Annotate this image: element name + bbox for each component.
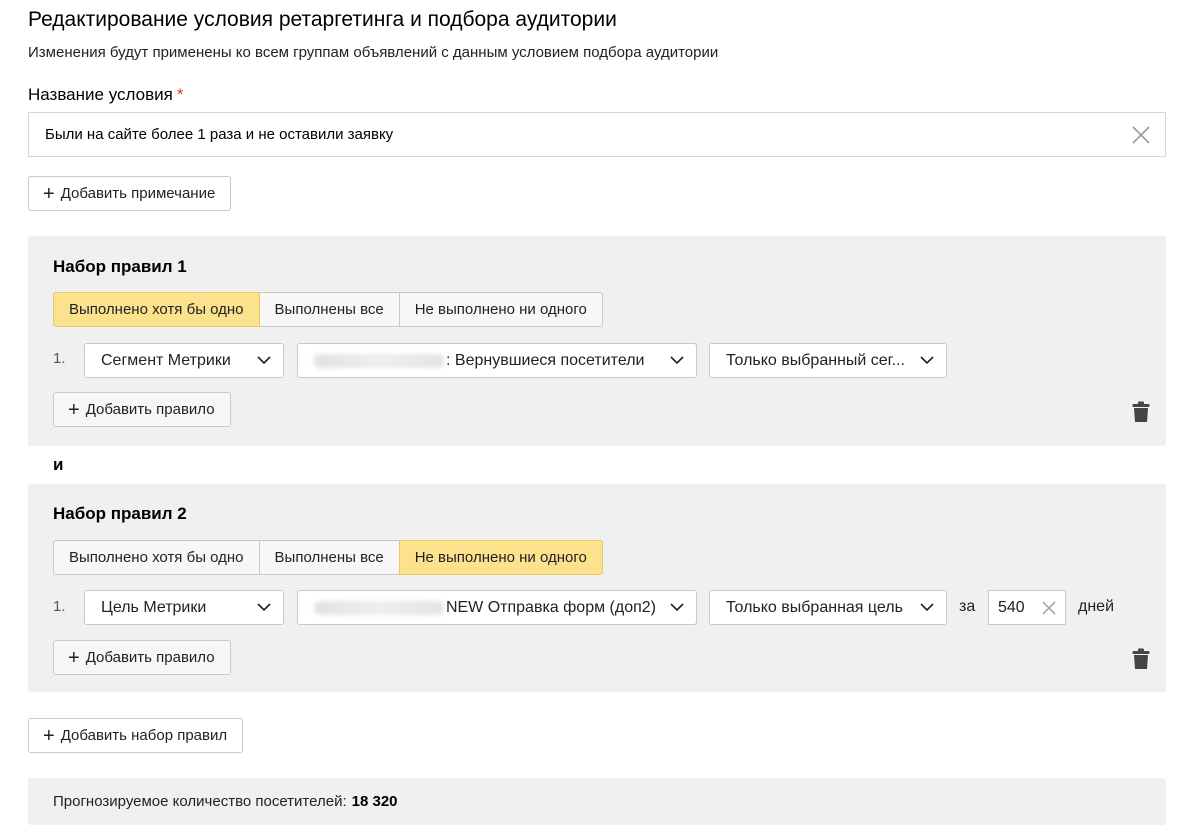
- rulesets-connector: и: [53, 455, 64, 474]
- mode-any-option[interactable]: Выполнено хотя бы одно: [53, 292, 260, 327]
- add-rule-label: Добавить правило: [85, 401, 215, 418]
- chevron-down-icon: [920, 603, 934, 612]
- add-rule-label: Добавить правило: [85, 649, 215, 666]
- rule-number: 1.: [53, 350, 66, 367]
- rule-target-value: NEW Отправка форм (доп2): [445, 598, 656, 616]
- close-icon[interactable]: [1042, 601, 1056, 615]
- rule-target-select[interactable]: NEW Отправка форм (доп2): [297, 590, 697, 625]
- condition-name-input[interactable]: [29, 113, 1165, 156]
- rule-scope-value: Только выбранная цель: [726, 598, 903, 616]
- chevron-down-icon: [670, 603, 684, 612]
- add-rule-button[interactable]: + Добавить правило: [53, 392, 231, 427]
- page-title: Редактирование условия ретаргетинга и по…: [28, 8, 617, 31]
- rule-target-select[interactable]: : Вернувшиеся посетители: [297, 343, 697, 378]
- ruleset-title: Набор правил 1: [53, 257, 187, 276]
- add-note-button[interactable]: + Добавить примечание: [28, 176, 232, 211]
- chevron-down-icon: [257, 356, 271, 365]
- plus-icon: +: [43, 724, 55, 747]
- condition-name-label-text: Название условия: [28, 85, 173, 104]
- mode-any-option[interactable]: Выполнено хотя бы одно: [53, 540, 260, 575]
- plus-icon: +: [43, 182, 55, 205]
- rule-scope-value: Только выбранный сег...: [726, 351, 905, 369]
- close-icon[interactable]: [1131, 125, 1151, 145]
- ruleset-1: Набор правил 1 Выполнено хотя бы одно Вы…: [28, 236, 1166, 446]
- add-ruleset-label: Добавить набор правил: [60, 727, 228, 744]
- forecast-value: 18 320: [351, 793, 398, 810]
- mode-none-option[interactable]: Не выполнено ни одного: [398, 292, 603, 327]
- period-suffix: дней: [1078, 598, 1115, 615]
- ruleset-mode-switch: Выполнено хотя бы одно Выполнены все Не …: [53, 540, 603, 575]
- condition-name-field: [28, 112, 1166, 157]
- page-subtitle: Изменения будут применены ко всем группа…: [28, 44, 719, 61]
- rule-type-value: Сегмент Метрики: [101, 351, 231, 369]
- chevron-down-icon: [920, 356, 934, 365]
- plus-icon: +: [68, 398, 80, 421]
- rule-type-select[interactable]: Цель Метрики: [84, 590, 284, 625]
- rule-scope-select[interactable]: Только выбранный сег...: [709, 343, 947, 378]
- add-rule-button[interactable]: + Добавить правило: [53, 640, 231, 675]
- rule-type-select[interactable]: Сегмент Метрики: [84, 343, 284, 378]
- period-field: [988, 590, 1066, 625]
- audience-forecast: Прогнозируемое количество посетителей: 1…: [28, 778, 1166, 825]
- mode-all-option[interactable]: Выполнены все: [258, 292, 400, 327]
- rule-target-value: : Вернувшиеся посетители: [446, 351, 645, 369]
- chevron-down-icon: [257, 603, 271, 612]
- required-mark: *: [176, 85, 184, 104]
- plus-icon: +: [68, 646, 80, 669]
- period-prefix: за: [959, 598, 976, 615]
- condition-name-label: Название условия *: [28, 85, 183, 105]
- rule-number: 1.: [53, 598, 66, 615]
- redacted-site-name: [314, 353, 444, 368]
- add-note-label: Добавить примечание: [60, 185, 216, 202]
- mode-all-option[interactable]: Выполнены все: [258, 540, 400, 575]
- rule-type-value: Цель Метрики: [101, 598, 207, 616]
- add-ruleset-button[interactable]: + Добавить набор правил: [28, 718, 244, 753]
- trash-icon[interactable]: [1132, 648, 1150, 670]
- ruleset-2: Набор правил 2 Выполнено хотя бы одно Вы…: [28, 484, 1166, 692]
- trash-icon[interactable]: [1132, 401, 1150, 423]
- mode-none-option[interactable]: Не выполнено ни одного: [398, 540, 603, 575]
- forecast-label: Прогнозируемое количество посетителей:: [53, 793, 347, 810]
- redacted-site-name: [314, 600, 444, 615]
- ruleset-mode-switch: Выполнено хотя бы одно Выполнены все Не …: [53, 292, 603, 327]
- chevron-down-icon: [670, 356, 684, 365]
- rule-scope-select[interactable]: Только выбранная цель: [709, 590, 947, 625]
- ruleset-title: Набор правил 2: [53, 504, 187, 523]
